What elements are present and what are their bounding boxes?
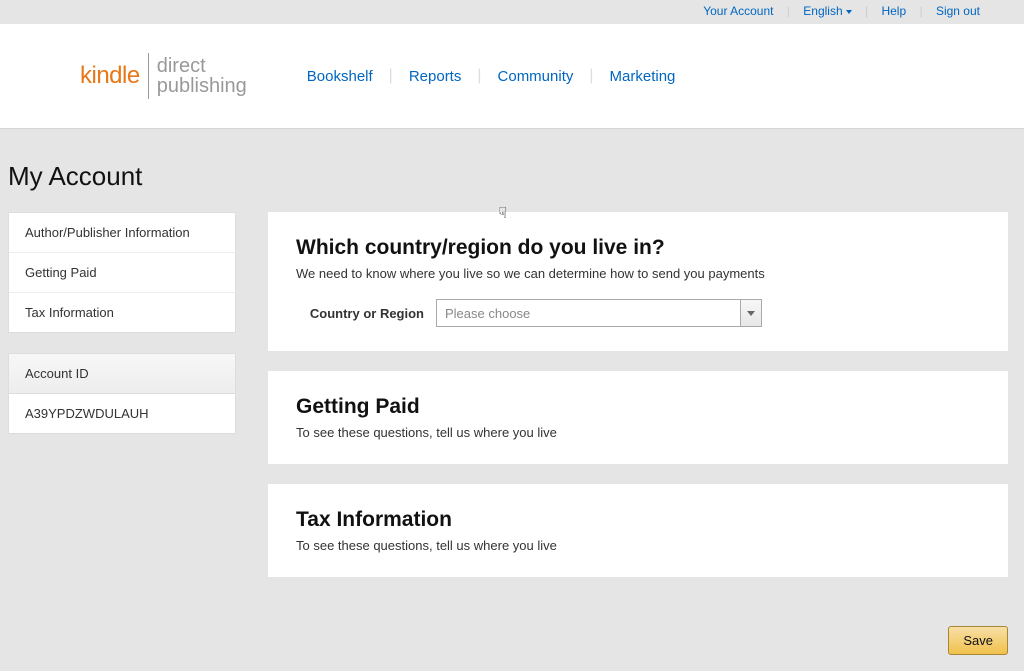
sidebar-item-getting-paid[interactable]: Getting Paid bbox=[9, 253, 235, 293]
separator: | bbox=[919, 4, 922, 18]
logo[interactable]: kindle direct publishing bbox=[80, 53, 247, 99]
panel-getting-paid-desc: To see these questions, tell us where yo… bbox=[296, 425, 980, 440]
sidebar: Author/Publisher Information Getting Pai… bbox=[8, 212, 236, 597]
country-form-row: Country or Region Please choose bbox=[296, 299, 980, 327]
save-button[interactable]: Save bbox=[948, 626, 1008, 655]
language-label: English bbox=[803, 4, 842, 18]
logo-dp: direct publishing bbox=[157, 56, 247, 96]
logo-direct-text: direct bbox=[157, 56, 247, 76]
utility-nav: Your Account | English | Help | Sign out bbox=[0, 0, 1024, 24]
panel-country: Which country/region do you live in? We … bbox=[268, 212, 1008, 351]
logo-publishing-text: publishing bbox=[157, 76, 247, 96]
sidebar-item-author-info[interactable]: Author/Publisher Information bbox=[9, 213, 235, 253]
nav-marketing[interactable]: Marketing bbox=[610, 68, 676, 85]
panel-tax-title: Tax Information bbox=[296, 508, 980, 532]
your-account-link[interactable]: Your Account bbox=[703, 4, 773, 18]
nav-community[interactable]: Community bbox=[498, 68, 574, 85]
panel-getting-paid: Getting Paid To see these questions, tel… bbox=[268, 371, 1008, 464]
main-header: kindle direct publishing Bookshelf | Rep… bbox=[0, 24, 1024, 129]
logo-divider bbox=[148, 53, 149, 99]
panel-tax-desc: To see these questions, tell us where yo… bbox=[296, 538, 980, 553]
separator: | bbox=[787, 4, 790, 18]
chevron-down-icon bbox=[846, 10, 852, 14]
help-link[interactable]: Help bbox=[881, 4, 906, 18]
separator: | bbox=[589, 67, 593, 85]
country-label: Country or Region bbox=[296, 306, 436, 321]
country-select-wrap: Please choose bbox=[436, 299, 762, 327]
nav-reports[interactable]: Reports bbox=[409, 68, 462, 85]
panel-country-desc: We need to know where you live so we can… bbox=[296, 266, 980, 281]
account-id-label: Account ID bbox=[9, 354, 235, 394]
language-selector[interactable]: English bbox=[803, 4, 851, 18]
panel-getting-paid-title: Getting Paid bbox=[296, 395, 980, 419]
separator: | bbox=[477, 67, 481, 85]
sidebar-account-section: Account ID A39YPDZWDULAUH bbox=[8, 353, 236, 434]
account-id-value: A39YPDZWDULAUH bbox=[9, 394, 235, 433]
panel-country-title: Which country/region do you live in? bbox=[296, 236, 980, 260]
separator: | bbox=[389, 67, 393, 85]
logo-kindle: kindle bbox=[80, 62, 140, 90]
primary-nav: Bookshelf | Reports | Community | Market… bbox=[307, 67, 676, 85]
page-title: My Account bbox=[0, 129, 1024, 212]
panel-tax: Tax Information To see these questions, … bbox=[268, 484, 1008, 577]
separator: | bbox=[865, 4, 868, 18]
sidebar-nav-section: Author/Publisher Information Getting Pai… bbox=[8, 212, 236, 333]
sign-out-link[interactable]: Sign out bbox=[936, 4, 980, 18]
content-area: Author/Publisher Information Getting Pai… bbox=[0, 212, 1024, 597]
country-select[interactable]: Please choose bbox=[436, 299, 762, 327]
sidebar-item-tax-info[interactable]: Tax Information bbox=[9, 293, 235, 332]
nav-bookshelf[interactable]: Bookshelf bbox=[307, 68, 373, 85]
main-panels: Which country/region do you live in? We … bbox=[268, 212, 1016, 597]
